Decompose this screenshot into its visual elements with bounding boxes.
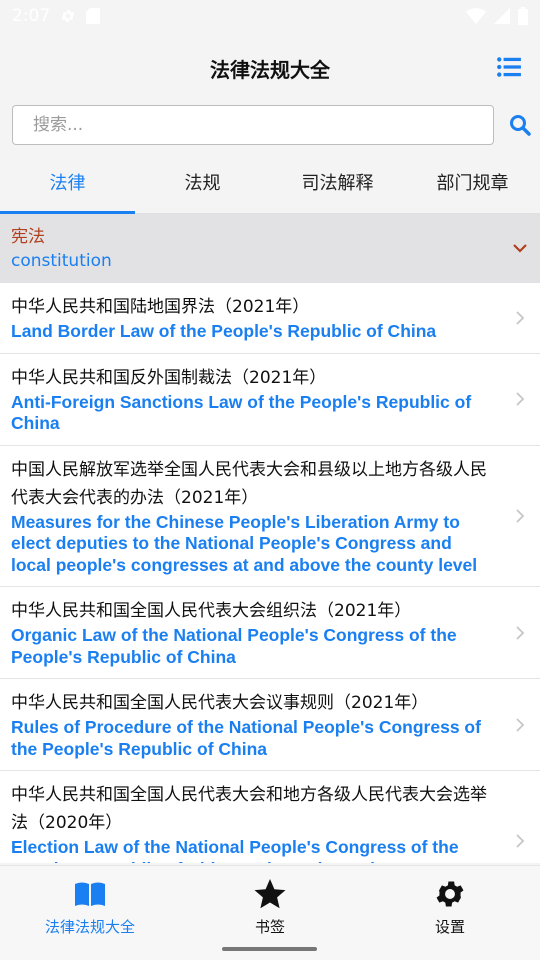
sd-card-icon (86, 8, 101, 24)
chevron-right-icon (516, 625, 525, 640)
law-title-en: Anti-Foreign Sanctions Law of the People… (11, 391, 472, 434)
tab-regulations[interactable]: 法规 (135, 150, 270, 213)
law-title-cn: 中华人民共和国全国人民代表大会议事规则（2021年） (11, 693, 429, 713)
law-title-cn: 中华人民共和国全国人民代表大会组织法（2021年） (11, 601, 412, 621)
law-list-item[interactable]: 中国人民解放军选举全国人民代表大会和县级以上地方各级人民代表大会代表的办法（20… (0, 445, 540, 587)
law-title-en: Organic Law of the National People's Con… (11, 625, 457, 667)
search-input[interactable] (12, 105, 494, 145)
nav-label: 书签 (254, 918, 285, 936)
bottom-navigation: 法律法规大全 书签 设置 (0, 865, 540, 960)
law-title-en: Election Law of the National People's Co… (11, 837, 459, 863)
battery-icon (518, 7, 528, 25)
law-list-item[interactable]: 中华人民共和国陆地国界法（2021年） Land Border Law of t… (0, 283, 540, 354)
law-list: 中华人民共和国陆地国界法（2021年） Land Border Law of t… (0, 283, 540, 863)
category-title-en: constitution (11, 251, 112, 271)
status-bar: 2:07 (0, 0, 540, 32)
law-title-en: Land Border Law of the People's Republic… (11, 321, 437, 341)
star-icon (254, 879, 286, 909)
category-tabs: 法律 法规 司法解释 部门规章 (0, 150, 540, 214)
law-title-cn: 中华人民共和国全国人民代表大会和地方各级人民代表大会选举法（2020年） (11, 785, 487, 833)
chevron-right-icon (516, 717, 525, 732)
law-list-item[interactable]: 中华人民共和国反外国制裁法（2021年） Anti-Foreign Sancti… (0, 353, 540, 446)
chevron-right-icon (516, 509, 525, 523)
wifi-icon (466, 8, 486, 24)
nav-label: 设置 (434, 918, 465, 936)
law-list-item[interactable]: 中华人民共和国全国人民代表大会和地方各级人民代表大会选举法（2020年） Ele… (0, 771, 540, 863)
nav-item-settings[interactable]: 设置 (360, 866, 540, 960)
nav-item-bookmarks[interactable]: 书签 (180, 866, 360, 960)
app-header: 法律法规大全 (0, 32, 540, 104)
category-header-constitution[interactable]: 宪法 constitution (0, 214, 540, 283)
app-title: 法律法规大全 (210, 57, 330, 82)
law-title-cn: 中国人民解放军选举全国人民代表大会和县级以上地方各级人民代表大会代表的办法（20… (11, 459, 487, 508)
signal-icon (494, 8, 510, 24)
chevron-down-icon[interactable] (512, 240, 528, 256)
nav-label: 法律法规大全 (44, 918, 135, 936)
tab-laws[interactable]: 法律 (0, 150, 135, 214)
list-menu-icon[interactable] (496, 54, 522, 80)
nav-item-laws-library[interactable]: 法律法规大全 (0, 866, 180, 960)
book-icon (75, 882, 105, 906)
home-indicator[interactable] (222, 947, 317, 951)
gear-status-icon (61, 10, 75, 22)
law-title-cn: 中华人民共和国陆地国界法（2021年） (11, 297, 310, 317)
law-title-cn: 中华人民共和国反外国制裁法（2021年） (11, 367, 327, 388)
chevron-right-icon (516, 311, 525, 325)
law-list-item[interactable]: 中华人民共和国全国人民代表大会议事规则（2021年） Rules of Proc… (0, 679, 540, 771)
law-title-en: Rules of Procedure of the National Peopl… (11, 717, 481, 759)
category-title-cn: 宪法 (11, 227, 45, 247)
tab-judicial-interpretations[interactable]: 司法解释 (270, 150, 405, 213)
chevron-right-icon (516, 392, 525, 406)
tab-department-rules[interactable]: 部门规章 (405, 150, 540, 213)
gear-icon (436, 881, 464, 907)
search-icon[interactable] (508, 113, 532, 137)
chevron-right-icon (516, 834, 525, 848)
status-time: 2:07 (12, 6, 51, 26)
law-title-en: Measures for the Chinese People's Libera… (11, 511, 478, 575)
search-bar (12, 104, 532, 146)
law-list-item[interactable]: 中华人民共和国全国人民代表大会组织法（2021年） Organic Law of… (0, 587, 540, 679)
